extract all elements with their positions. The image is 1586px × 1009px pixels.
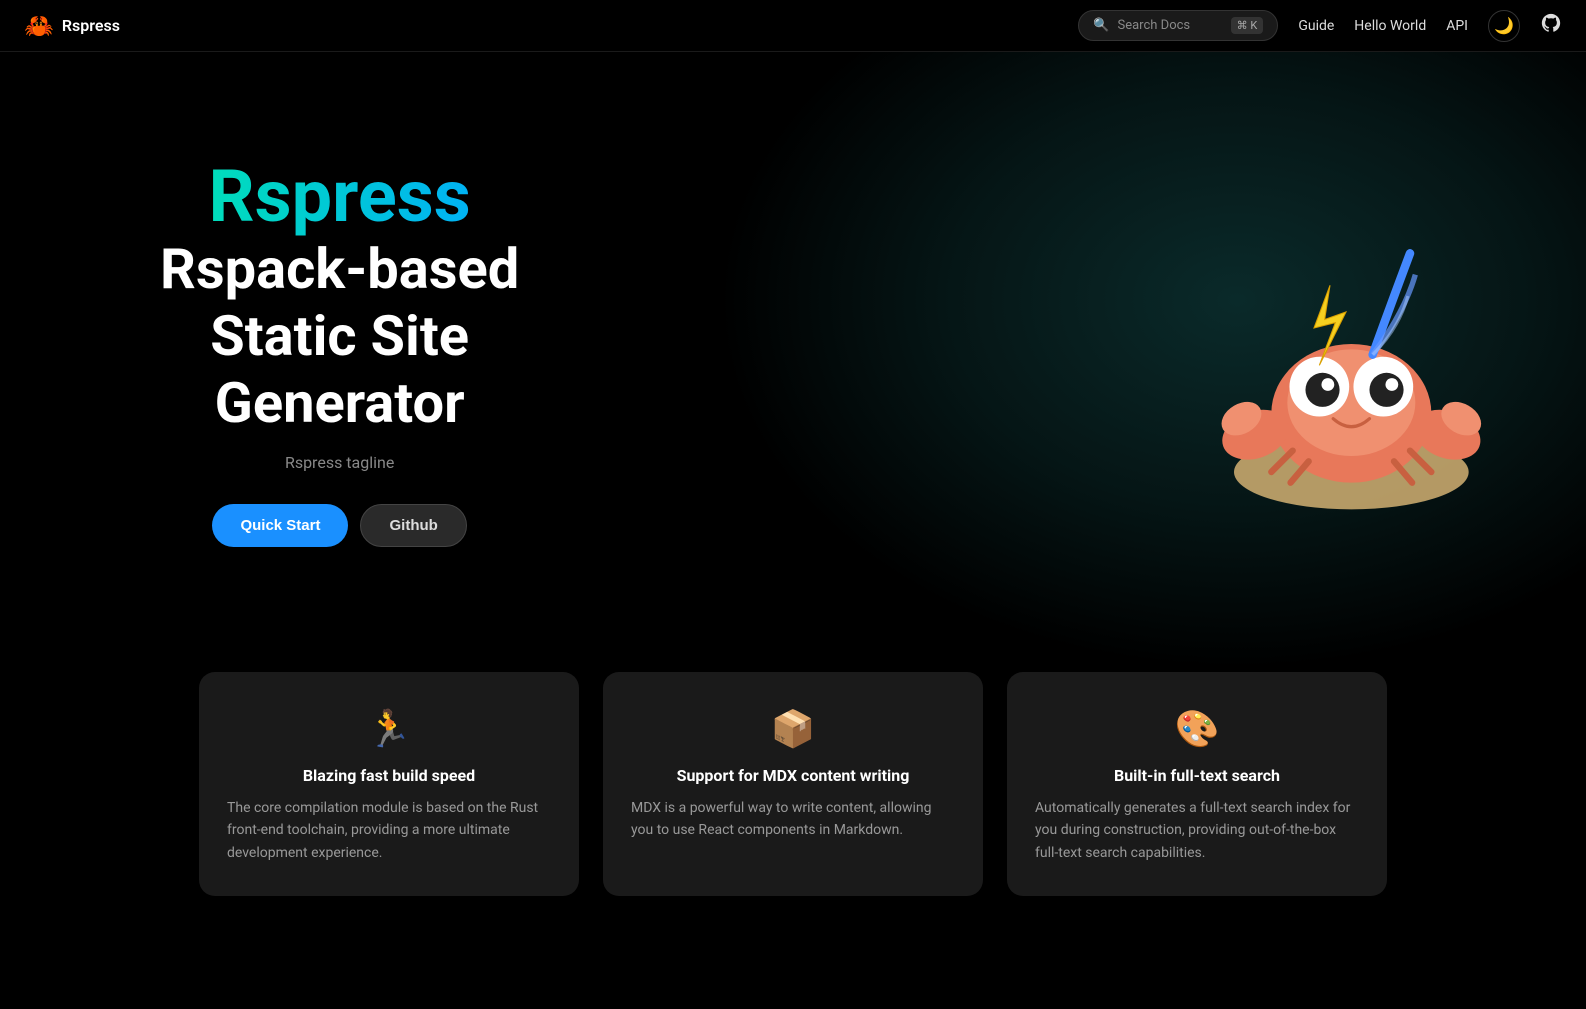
moon-icon: 🌙	[1494, 16, 1514, 36]
features-section: 🏃 Blazing fast build speed The core comp…	[0, 672, 1586, 956]
feature-card-0: 🏃 Blazing fast build speed The core comp…	[199, 672, 579, 896]
hero-section: Rspress Rspack-based Static Site Generat…	[0, 52, 1586, 672]
hero-subtitle: Rspack-based Static Site Generator	[160, 236, 519, 438]
feature-desc-2: Automatically generates a full-text sear…	[1035, 797, 1359, 864]
github-button[interactable]: Github	[360, 504, 466, 547]
quick-start-button[interactable]: Quick Start	[212, 504, 348, 547]
nav-brand-area: 🦀 Rspress	[24, 12, 120, 40]
brand-name: Rspress	[62, 16, 120, 35]
feature-icon-0: 🏃	[227, 708, 551, 750]
hero-subtitle-line2: Static Site	[210, 303, 469, 369]
feature-card-2: 🎨 Built-in full-text search Automaticall…	[1007, 672, 1387, 896]
hero-tagline: Rspress tagline	[160, 453, 519, 472]
search-kbd-shortcut: ⌘ K	[1231, 17, 1264, 34]
hero-brand-title: Rspress	[160, 157, 519, 236]
feature-title-0: Blazing fast build speed	[227, 766, 551, 785]
nav-link-guide[interactable]: Guide	[1298, 18, 1334, 34]
github-icon[interactable]	[1540, 12, 1562, 40]
nav-right-area: 🔍 Search Docs ⌘ K Guide Hello World API …	[1078, 10, 1562, 42]
feature-desc-1: MDX is a powerful way to write content, …	[631, 797, 955, 842]
feature-icon-1: 📦	[631, 708, 955, 750]
feature-title-1: Support for MDX content writing	[631, 766, 955, 785]
nav-link-hello-world[interactable]: Hello World	[1354, 18, 1426, 34]
search-bar[interactable]: 🔍 Search Docs ⌘ K	[1078, 10, 1278, 41]
navbar: 🦀 Rspress 🔍 Search Docs ⌘ K Guide Hello …	[0, 0, 1586, 52]
nav-link-api[interactable]: API	[1446, 18, 1468, 34]
hero-content: Rspress Rspack-based Static Site Generat…	[160, 157, 519, 548]
hero-subtitle-line1: Rspack-based	[160, 236, 519, 302]
feature-title-2: Built-in full-text search	[1035, 766, 1359, 785]
hero-buttons: Quick Start Github	[160, 504, 519, 547]
hero-mascot	[1186, 200, 1506, 524]
search-icon: 🔍	[1093, 18, 1109, 33]
feature-card-1: 📦 Support for MDX content writing MDX is…	[603, 672, 983, 896]
theme-toggle-button[interactable]: 🌙	[1488, 10, 1520, 42]
logo-icon: 🦀	[24, 12, 54, 40]
feature-desc-0: The core compilation module is based on …	[227, 797, 551, 864]
search-placeholder-text: Search Docs	[1118, 18, 1223, 33]
feature-icon-2: 🎨	[1035, 708, 1359, 750]
hero-subtitle-line3: Generator	[215, 370, 465, 436]
